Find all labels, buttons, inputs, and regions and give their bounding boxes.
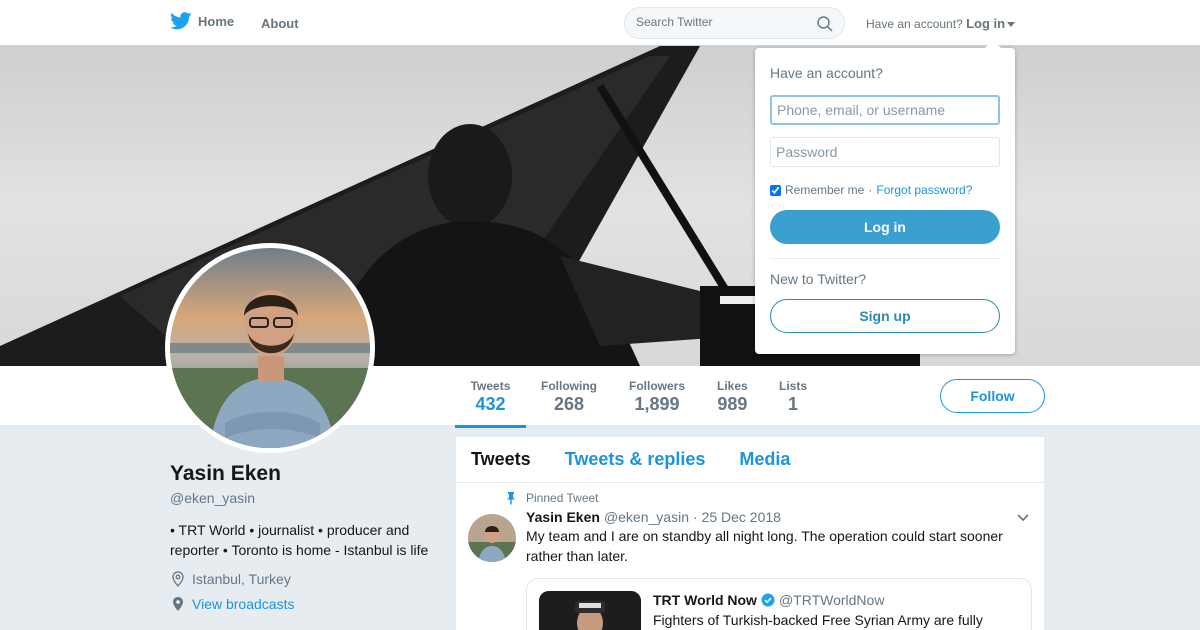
tweet-author-handle[interactable]: @eken_yasin <box>604 509 689 525</box>
login-dropdown-title: Have an account? <box>770 65 883 81</box>
tweet-avatar[interactable] <box>468 514 516 562</box>
pinned-indicator: Pinned Tweet <box>504 491 1032 505</box>
tab-media[interactable]: Media <box>739 449 790 470</box>
nav-about-link[interactable]: About <box>261 16 299 31</box>
quoted-author-handle: @TRTWorldNow <box>778 592 885 608</box>
view-broadcasts-link[interactable]: View broadcasts <box>170 596 440 612</box>
profile-handle: @eken_yasin <box>170 490 256 506</box>
account-prompt: Have an account? Log in <box>866 16 1016 31</box>
pinned-label: Pinned Tweet <box>526 491 599 505</box>
quoted-tweet-thumbnail <box>539 591 641 630</box>
pin-icon <box>507 492 515 505</box>
location-text: Istanbul, Turkey <box>192 571 291 587</box>
tab-tweets[interactable]: Tweets <box>471 449 531 470</box>
signup-button[interactable]: Sign up <box>770 299 1000 333</box>
stat-label: Following <box>541 379 597 393</box>
stat-value: 1 <box>788 394 799 414</box>
tweet-header: Yasin Eken @eken_yasin · 25 Dec 2018 <box>526 509 1032 525</box>
tweet-avatar-photo <box>468 514 516 562</box>
timeline-tabs: Tweets Tweets & replies Media <box>456 437 1044 483</box>
search-icon[interactable] <box>817 16 833 32</box>
pinned-tweet[interactable]: Pinned Tweet Yasin Eken @eken_yasin · 25… <box>456 483 1044 630</box>
profile-location: Istanbul, Turkey <box>170 571 440 587</box>
search-box[interactable] <box>624 7 845 39</box>
quoted-tweet-header: TRT World Now @TRTWorldNow <box>653 592 884 608</box>
stat-tweets[interactable]: Tweets 432 <box>455 379 526 428</box>
twitter-bird-icon <box>170 12 192 30</box>
stat-label: Tweets <box>470 379 511 393</box>
stat-label: Followers <box>629 379 686 393</box>
stat-value: 268 <box>553 394 585 414</box>
separator-dot: · <box>868 183 873 197</box>
stat-value: 1,899 <box>634 394 680 414</box>
login-dropdown-toggle[interactable]: Log in <box>966 16 1016 31</box>
login-link-label: Log in <box>966 16 1006 31</box>
quoted-tweet-photo <box>539 591 641 630</box>
stat-followers[interactable]: Followers 1,899 <box>629 379 685 415</box>
dropdown-divider <box>770 258 1000 259</box>
forgot-password-link[interactable]: Forgot password? <box>876 183 972 197</box>
tweet-date[interactable]: · 25 Dec 2018 <box>693 509 781 525</box>
broadcast-pin-icon <box>173 597 183 611</box>
quoted-author-name: TRT World Now <box>653 592 757 608</box>
top-navigation-bar: Home About Have an account? Log in <box>0 0 1200 46</box>
follow-button[interactable]: Follow <box>940 379 1045 413</box>
verified-badge-icon <box>761 593 775 607</box>
broadcasts-label: View broadcasts <box>192 596 295 612</box>
location-pin-icon <box>172 571 184 587</box>
timeline: Tweets Tweets & replies Media Pinned Twe… <box>456 437 1044 630</box>
search-input[interactable] <box>636 15 806 29</box>
stat-following[interactable]: Following 268 <box>541 379 597 415</box>
username-field[interactable] <box>770 95 1000 125</box>
login-dropdown: Have an account? Remember me · Forgot pa… <box>755 40 1015 354</box>
profile-avatar[interactable] <box>165 243 375 453</box>
account-prompt-text: Have an account? <box>866 17 963 31</box>
stat-likes[interactable]: Likes 989 <box>717 379 748 415</box>
tab-tweets-and-replies[interactable]: Tweets & replies <box>565 449 706 470</box>
stat-label: Likes <box>717 379 748 393</box>
tweet-author-name[interactable]: Yasin Eken <box>526 509 600 525</box>
avatar-photo <box>170 248 370 448</box>
remember-me-label[interactable]: Remember me <box>785 183 864 197</box>
password-field[interactable] <box>770 137 1000 167</box>
quoted-tweet[interactable]: TRT World Now @TRTWorldNow Fighters of T… <box>526 578 1032 630</box>
quoted-tweet-text: Fighters of Turkish-backed Free Syrian A… <box>653 612 983 628</box>
tweet-text: My team and I are on standby all night l… <box>526 528 1003 564</box>
new-to-twitter-text: New to Twitter? <box>770 271 867 287</box>
login-button[interactable]: Log in <box>770 210 1000 244</box>
chevron-down-icon[interactable] <box>1016 513 1030 523</box>
remember-me-checkbox[interactable] <box>770 184 781 196</box>
profile-bio: • TRT World • journalist • producer and … <box>170 522 429 558</box>
stat-label: Lists <box>779 379 808 393</box>
stat-lists[interactable]: Lists 1 <box>779 379 807 415</box>
stat-value: 432 <box>475 394 506 414</box>
remember-me-row: Remember me · Forgot password? <box>770 183 1000 197</box>
stat-value: 989 <box>717 394 748 414</box>
caret-down-icon <box>1007 22 1016 28</box>
nav-home-link[interactable]: Home <box>170 12 234 30</box>
nav-home-label: Home <box>198 13 235 29</box>
profile-name[interactable]: Yasin Eken <box>170 462 440 486</box>
profile-card: Yasin Eken @eken_yasin • TRT World • jou… <box>170 462 440 612</box>
